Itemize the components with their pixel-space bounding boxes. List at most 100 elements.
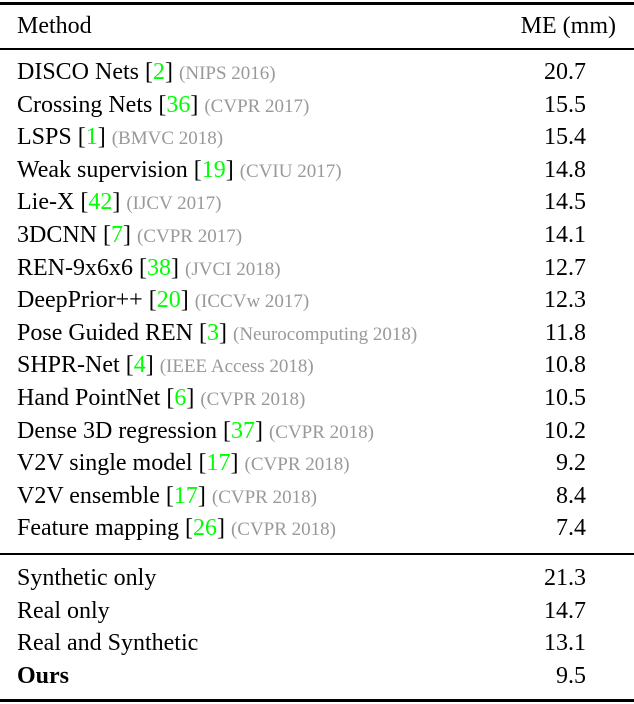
me-value: 14.8 xyxy=(544,156,586,183)
table-row: Real only 14.7 xyxy=(0,595,634,627)
table-row: Crossing Nets [36] (CVPR 2017) 15.5 xyxy=(0,89,634,121)
header-method: Method xyxy=(17,13,92,39)
method-cell: Ours xyxy=(17,660,69,692)
venue-label: (CVPR 2018) xyxy=(268,421,374,443)
citation-link[interactable]: 7 xyxy=(111,222,123,248)
method-name: Feature mapping xyxy=(17,515,179,542)
venue-label: (NIPS 2016) xyxy=(179,63,276,84)
method-name: Crossing Nets xyxy=(17,91,153,118)
venue-label: (CVIU 2017) xyxy=(239,160,342,182)
method-cell: Dense 3D regression [37] (CVPR 2018) xyxy=(17,417,374,444)
me-value: 14.5 xyxy=(544,189,586,216)
me-value: 8.4 xyxy=(556,482,586,509)
venue-label: (BMVC 2018) xyxy=(111,128,224,150)
me-value: 10.8 xyxy=(544,352,586,379)
me-value: 12.3 xyxy=(544,287,586,314)
table-row: Real and Synthetic 13.1 xyxy=(0,627,634,659)
method-name: V2V ensemble xyxy=(17,482,160,509)
header-metric: ME (mm) xyxy=(520,13,616,39)
bottom-rule xyxy=(0,699,634,702)
table-row: DeepPrior++ [20] (ICCVw 2017) 12.3 xyxy=(0,284,634,316)
method-name: Ours xyxy=(17,662,70,689)
table-row: Feature mapping [26] (CVPR 2018) 7.4 xyxy=(0,512,634,544)
citation-link[interactable]: 26 xyxy=(193,515,217,541)
venue-label: (JVCI 2018) xyxy=(185,258,281,280)
method-name: SHPR-Net xyxy=(17,352,120,379)
method-name: Real only xyxy=(17,597,110,624)
me-value: 15.4 xyxy=(544,124,586,151)
venue-label: (ICCVw 2017) xyxy=(194,291,310,313)
method-cell: Real only xyxy=(17,595,110,627)
venue-label: (CVPR 2017) xyxy=(204,95,310,117)
me-value: 10.2 xyxy=(544,417,586,444)
method-cell: Feature mapping [26] (CVPR 2018) xyxy=(17,515,336,542)
method-name: V2V single model xyxy=(17,450,193,477)
citation-link[interactable]: 19 xyxy=(202,157,226,183)
table-row: Synthetic only 21.3 xyxy=(0,562,634,594)
method-cell: V2V ensemble [17] (CVPR 2018) xyxy=(17,482,317,509)
table-row: Hand PointNet [6] (CVPR 2018) 10.5 xyxy=(0,382,634,414)
method-name: Real and Synthetic xyxy=(17,630,199,657)
me-value: 20.7 xyxy=(544,59,586,85)
mid-rule xyxy=(0,553,634,555)
table-row: Pose Guided REN [3] (Neurocomputing 2018… xyxy=(0,317,634,349)
me-value: 11.8 xyxy=(544,319,586,346)
method-name: Weak supervision xyxy=(17,156,188,183)
citation-link[interactable]: 42 xyxy=(88,189,112,215)
table-row: REN-9x6x6 [38] (JVCI 2018) 12.7 xyxy=(0,252,634,284)
citation-link[interactable]: 6 xyxy=(174,385,186,411)
header-row: Method ME (mm) xyxy=(0,10,634,42)
method-cell: DeepPrior++ [20] (ICCVw 2017) xyxy=(17,287,310,314)
citation-link[interactable]: 17 xyxy=(174,483,198,509)
table-row: Lie-X [42] (IJCV 2017) 14.5 xyxy=(0,186,634,218)
me-value: 14.1 xyxy=(544,222,586,248)
method-cell: Crossing Nets [36] (CVPR 2017) xyxy=(17,91,310,118)
method-name: Pose Guided REN xyxy=(17,319,193,346)
method-name: LSPS xyxy=(17,124,72,151)
citation-link[interactable]: 4 xyxy=(134,352,146,378)
method-name: Hand PointNet xyxy=(17,385,161,411)
venue-label: (Neurocomputing 2018) xyxy=(233,323,418,345)
method-name: Synthetic only xyxy=(17,565,157,591)
method-cell: DISCO Nets [2] (NIPS 2016) xyxy=(17,59,276,85)
citation-link[interactable]: 2 xyxy=(153,59,165,85)
table-row: LSPS [1] (BMVC 2018) 15.4 xyxy=(0,121,634,153)
table-row: V2V single model [17] (CVPR 2018) 9.2 xyxy=(0,447,634,479)
method-cell: Lie-X [42] (IJCV 2017) xyxy=(17,189,222,216)
venue-label: (CVPR 2018) xyxy=(244,454,350,476)
me-value: 7.4 xyxy=(556,515,586,542)
citation-link[interactable]: 36 xyxy=(166,92,190,118)
venue-label: (CVPR 2018) xyxy=(211,486,317,508)
me-value: 13.1 xyxy=(544,630,586,657)
citation-link[interactable]: 17 xyxy=(207,450,231,476)
table-row: Weak supervision [19] (CVIU 2017) 14.8 xyxy=(0,154,634,186)
method-cell: REN-9x6x6 [38] (JVCI 2018) xyxy=(17,254,281,281)
method-name: 3DCNN xyxy=(17,222,98,248)
me-value: 10.5 xyxy=(544,385,586,411)
venue-label: (IJCV 2017) xyxy=(126,193,222,215)
me-value: 14.7 xyxy=(544,597,586,624)
method-cell: LSPS [1] (BMVC 2018) xyxy=(17,124,224,151)
me-value: 12.7 xyxy=(544,254,586,281)
table-row: Ours 9.5 xyxy=(0,660,634,692)
citation-link[interactable]: 37 xyxy=(231,418,255,444)
citation-link[interactable]: 20 xyxy=(157,287,181,313)
me-value: 21.3 xyxy=(544,565,586,591)
table-row: V2V ensemble [17] (CVPR 2018) 8.4 xyxy=(0,480,634,512)
venue-label: (CVPR 2018) xyxy=(200,389,306,410)
method-name: DeepPrior++ xyxy=(17,287,143,314)
method-cell: SHPR-Net [4] (IEEE Access 2018) xyxy=(17,352,314,379)
venue-label: (CVPR 2018) xyxy=(230,519,336,541)
citation-link[interactable]: 3 xyxy=(207,320,219,346)
top-rule xyxy=(0,2,634,5)
citation-link[interactable]: 38 xyxy=(147,255,171,281)
method-cell: V2V single model [17] (CVPR 2018) xyxy=(17,450,350,477)
citation-link[interactable]: 1 xyxy=(86,124,98,150)
method-cell: 3DCNN [7] (CVPR 2017) xyxy=(17,222,243,248)
table-row: DISCO Nets [2] (NIPS 2016) 20.7 xyxy=(0,56,634,88)
venue-label: (IEEE Access 2018) xyxy=(159,356,314,378)
method-name: Lie-X xyxy=(17,189,75,216)
table-row: 3DCNN [7] (CVPR 2017) 14.1 xyxy=(0,219,634,251)
method-cell: Synthetic only xyxy=(17,562,156,594)
method-cell: Weak supervision [19] (CVIU 2017) xyxy=(17,156,342,183)
